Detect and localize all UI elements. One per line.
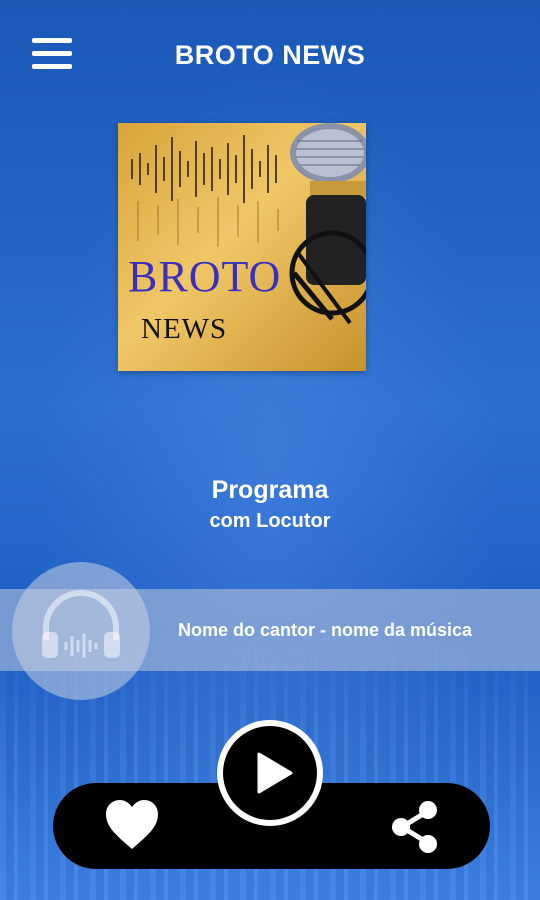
program-host: com Locutor — [209, 510, 331, 532]
headphones-icon — [42, 590, 120, 658]
program-title: Programa — [211, 476, 329, 504]
play-button[interactable] — [217, 720, 323, 826]
cover-subtitle: NEWS — [141, 313, 228, 345]
play-button-inner — [223, 726, 317, 820]
heart-icon[interactable] — [104, 799, 160, 851]
cover-art: BROTO NEWS — [118, 123, 366, 371]
cover-title: BROTO — [128, 252, 282, 301]
share-icon[interactable] — [390, 799, 440, 855]
track-info: Nome do cantor - nome da música — [178, 620, 473, 640]
play-icon — [257, 752, 293, 794]
app-title: BROTO NEWS — [174, 40, 366, 70]
